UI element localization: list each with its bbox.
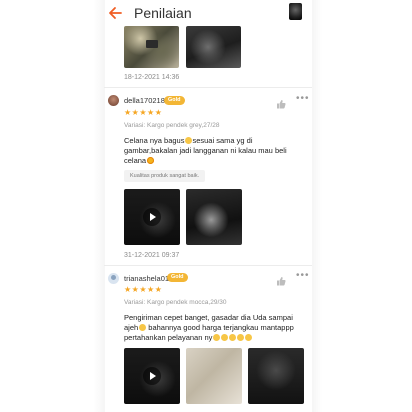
edge-shadow-right: [312, 0, 322, 412]
review-media-image[interactable]: [186, 348, 242, 404]
like-button[interactable]: [276, 273, 286, 286]
app-header: Penilaian: [100, 0, 312, 26]
review-text-line: Pengiriman cepet banget, gasadar dia Uda…: [124, 313, 293, 322]
review-text: Celana nya bagus sesuai sama yg di gambar…: [124, 136, 308, 166]
review-media-video[interactable]: [124, 189, 180, 245]
page-title: Penilaian: [134, 5, 192, 21]
review-variant: Variasi: Kargo pendek mocca,29/30: [124, 299, 227, 306]
rating-stars: ★★★★★: [124, 285, 163, 294]
thumbs-up-emoji-icon: [244, 334, 252, 341]
thumbs-up-emoji-icon: [228, 334, 236, 341]
review-text-line: gambar,bakalan jadi langganan ni kalau m…: [124, 146, 287, 155]
play-icon[interactable]: [143, 208, 161, 226]
review-text: Pengiriman cepet banget, gasadar dia Uda…: [124, 313, 308, 343]
membership-badge: Gold: [164, 96, 185, 105]
review-date: 31-12-2021 09:37: [124, 252, 180, 259]
laughing-emoji-icon: [138, 324, 146, 331]
review-media-image[interactable]: [124, 26, 179, 68]
thumbs-up-emoji-icon: [236, 334, 244, 341]
review-date: 18-12-2021 14:36: [124, 74, 180, 81]
review-variant: Variasi: Kargo pendek grey,27/28: [124, 122, 220, 129]
review-media-image[interactable]: [186, 189, 242, 245]
review-text-line: pertahankan pelayanan ny: [124, 333, 213, 342]
review-tag: Kualitas produk sangat baik.: [124, 170, 206, 182]
review-text-line: sesuai sama yg di: [192, 136, 253, 145]
reviewer-avatar[interactable]: [108, 95, 119, 106]
thumbs-up-emoji-icon: [212, 334, 220, 341]
review-text-line: bahannya good harga terjangkau mantappp: [146, 323, 294, 332]
product-thumbnail[interactable]: [289, 3, 302, 20]
play-icon[interactable]: [143, 367, 161, 385]
review-media-image[interactable]: [248, 348, 304, 404]
reviewer-username[interactable]: trianashela01: [124, 274, 169, 283]
thumbs-up-icon[interactable]: [276, 99, 286, 109]
more-options-button[interactable]: •••: [296, 93, 310, 104]
edge-shadow-left: [93, 0, 105, 412]
review-divider: [104, 87, 312, 88]
smile-emoji-icon: [184, 137, 192, 144]
reviewer-username[interactable]: della170218: [124, 96, 165, 105]
review-text-line: celana: [124, 156, 147, 165]
back-button[interactable]: [105, 2, 127, 24]
membership-badge: Gold: [167, 273, 188, 282]
thumbs-up-emoji-icon: [220, 334, 228, 341]
heart-eyes-emoji-icon: [146, 157, 154, 164]
rating-stars: ★★★★★: [124, 108, 163, 117]
review-screen: Penilaian 18-12-2021 14:36 della170218 G…: [0, 0, 412, 412]
review-media-image[interactable]: [186, 26, 241, 68]
reviewer-avatar[interactable]: [108, 273, 119, 284]
review-media-video[interactable]: [124, 348, 180, 404]
like-button[interactable]: [276, 96, 286, 109]
thumbs-up-icon[interactable]: [276, 276, 286, 286]
review-text-line: Celana nya bagus: [124, 136, 185, 145]
more-options-button[interactable]: •••: [296, 270, 310, 281]
review-text-line: ajeh: [124, 323, 139, 332]
review-divider: [104, 265, 312, 266]
back-arrow-icon[interactable]: [105, 2, 127, 24]
